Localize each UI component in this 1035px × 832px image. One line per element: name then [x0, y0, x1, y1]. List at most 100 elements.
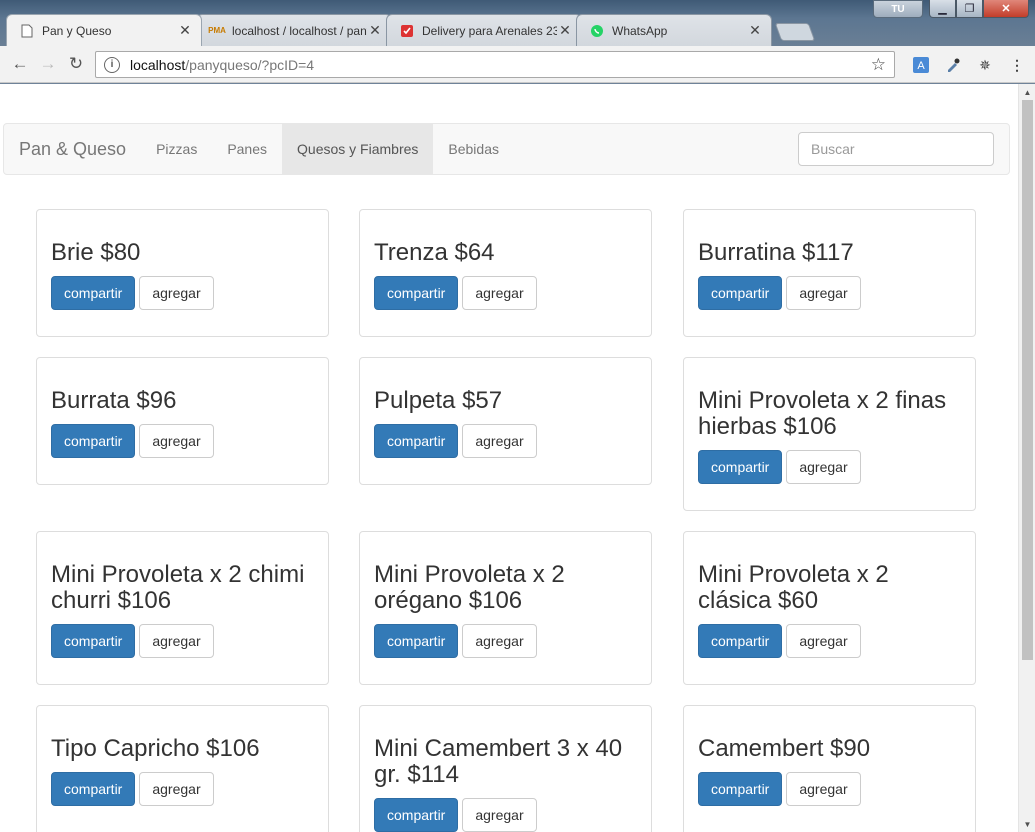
svg-text:A: A	[917, 60, 925, 72]
tab-title: Delivery para Arenales 2365	[422, 23, 557, 38]
product-card: Mini Provoleta x 2 clásica $60 compartir…	[683, 531, 976, 685]
product-card: Mini Provoleta x 2 chimi churri $106 com…	[36, 531, 329, 685]
maximize-button[interactable]: ❐	[956, 0, 983, 18]
site-navbar: Pan & Queso Pizzas Panes Quesos y Fiambr…	[3, 123, 1010, 175]
nav-pizzas[interactable]: Pizzas	[141, 124, 212, 174]
share-button[interactable]: compartir	[374, 276, 459, 310]
search-input[interactable]	[798, 132, 994, 166]
close-icon[interactable]: ✕	[557, 22, 573, 39]
forward-button[interactable]: →	[34, 50, 62, 78]
back-button[interactable]: ←	[6, 50, 34, 78]
add-button[interactable]: agregar	[139, 276, 214, 310]
url-host: localhost	[130, 56, 186, 73]
close-icon[interactable]: ✕	[367, 22, 383, 39]
share-button[interactable]: compartir	[374, 798, 459, 832]
close-icon[interactable]: ✕	[177, 22, 193, 39]
tab-pan-y-queso[interactable]: Pan y Queso ✕	[6, 14, 202, 46]
share-button[interactable]: compartir	[51, 424, 136, 458]
share-button[interactable]: compartir	[51, 624, 136, 658]
url-path: /panyqueso/?pcID=4	[185, 56, 315, 73]
address-bar[interactable]: i localhost/panyqueso/?pcID=4 ☆	[95, 51, 895, 78]
tab-title: Pan y Queso	[42, 23, 112, 38]
site-brand[interactable]: Pan & Queso	[4, 124, 141, 174]
eyedropper-icon[interactable]	[942, 54, 964, 76]
scroll-up-arrow-icon[interactable]: ▲	[1019, 84, 1035, 100]
share-button[interactable]: compartir	[51, 772, 136, 806]
tab-title: localhost / localhost / panyqueso	[232, 23, 367, 38]
page-icon	[19, 23, 35, 39]
product-card: Trenza $64 compartir agregar	[359, 209, 652, 337]
browser-toolbar: ← → ↻ i localhost/panyqueso/?pcID=4 ☆ A …	[0, 46, 1035, 83]
share-button[interactable]: compartir	[698, 772, 783, 806]
add-button[interactable]: agregar	[786, 450, 861, 484]
product-card: Burratina $117 compartir agregar	[683, 209, 976, 337]
product-title: Mini Provoleta x 2 orégano $106	[374, 561, 565, 614]
profile-label: TU	[891, 3, 905, 15]
extensions: A ✵ ⋮	[900, 54, 1028, 76]
whatsapp-icon	[589, 23, 605, 39]
product-card: Burrata $96 compartir agregar	[36, 357, 329, 485]
tab-delivery[interactable]: Delivery para Arenales 2365 ✕	[386, 14, 582, 46]
product-card: Tipo Capricho $106 compartir agregar	[36, 705, 329, 832]
add-button[interactable]: agregar	[786, 772, 861, 806]
close-icon[interactable]: ✕	[747, 22, 763, 39]
product-card: Mini Provoleta x 2 finas hierbas $106 co…	[683, 357, 976, 511]
nav-bebidas[interactable]: Bebidas	[433, 124, 514, 174]
product-title: Burratina $117	[698, 239, 854, 266]
product-title: Brie $80	[51, 239, 141, 266]
add-button[interactable]: agregar	[462, 798, 537, 832]
share-button[interactable]: compartir	[698, 450, 783, 484]
scroll-down-arrow-icon[interactable]: ▼	[1019, 816, 1035, 832]
delivery-icon	[399, 23, 415, 39]
bookmark-star-icon[interactable]: ☆	[871, 55, 886, 75]
tab-title: WhatsApp	[612, 23, 668, 38]
pma-icon: PMA	[208, 26, 226, 35]
close-window-button[interactable]: ✕	[983, 0, 1029, 18]
product-title: Mini Provoleta x 2 finas hierbas $106	[698, 387, 947, 440]
product-title: Pulpeta $57	[374, 387, 503, 414]
add-button[interactable]: agregar	[139, 624, 214, 658]
page-viewport: Pan & Queso Pizzas Panes Quesos y Fiambr…	[0, 84, 1035, 832]
browser-titlebar: Pan y Queso ✕ PMA localhost / localhost …	[0, 0, 1035, 46]
reload-button[interactable]: ↻	[62, 50, 90, 78]
profile-button[interactable]: TU	[873, 0, 923, 18]
share-button[interactable]: compartir	[374, 424, 459, 458]
vertical-scrollbar[interactable]: ▲ ▼	[1018, 84, 1035, 832]
product-card: Camembert $90 compartir agregar	[683, 705, 976, 832]
tab-localhost-pma[interactable]: PMA localhost / localhost / panyqueso ✕	[196, 14, 392, 46]
tab-strip: Pan y Queso ✕ PMA localhost / localhost …	[6, 14, 816, 46]
product-title: Burrata $96	[51, 387, 177, 414]
product-title: Mini Provoleta x 2 chimi churri $106	[51, 561, 305, 614]
product-card: Mini Camembert 3 x 40 gr. $114 compartir…	[359, 705, 652, 832]
info-icon[interactable]: i	[104, 56, 120, 73]
scroll-thumb[interactable]	[1022, 100, 1033, 660]
share-button[interactable]: compartir	[698, 624, 783, 658]
add-button[interactable]: agregar	[462, 276, 537, 310]
share-button[interactable]: compartir	[374, 624, 459, 658]
add-button[interactable]: agregar	[786, 624, 861, 658]
share-button[interactable]: compartir	[698, 276, 783, 310]
product-card: Mini Provoleta x 2 orégano $106 comparti…	[359, 531, 652, 685]
product-title: Mini Provoleta x 2 clásica $60	[698, 561, 889, 614]
product-title: Mini Camembert 3 x 40 gr. $114	[374, 735, 623, 788]
minimize-button[interactable]: ▁	[929, 0, 956, 18]
add-button[interactable]: agregar	[462, 624, 537, 658]
add-button[interactable]: agregar	[786, 276, 861, 310]
product-card: Pulpeta $57 compartir agregar	[359, 357, 652, 485]
share-button[interactable]: compartir	[51, 276, 136, 310]
translate-icon[interactable]: A	[910, 54, 932, 76]
product-title: Camembert $90	[698, 735, 871, 762]
tab-whatsapp[interactable]: WhatsApp ✕	[576, 14, 772, 46]
window-controls: TU ▁ ❐ ✕	[873, 0, 1029, 18]
product-card: Brie $80 compartir agregar	[36, 209, 329, 337]
nav-panes[interactable]: Panes	[212, 124, 282, 174]
new-tab-button[interactable]	[774, 23, 816, 41]
add-button[interactable]: agregar	[139, 424, 214, 458]
bug-icon[interactable]: ✵	[974, 54, 996, 76]
add-button[interactable]: agregar	[462, 424, 537, 458]
product-title: Trenza $64	[374, 239, 495, 266]
menu-icon[interactable]: ⋮	[1006, 54, 1028, 76]
add-button[interactable]: agregar	[139, 772, 214, 806]
product-title: Tipo Capricho $106	[51, 735, 260, 762]
nav-quesos-y-fiambres[interactable]: Quesos y Fiambres	[282, 124, 434, 174]
